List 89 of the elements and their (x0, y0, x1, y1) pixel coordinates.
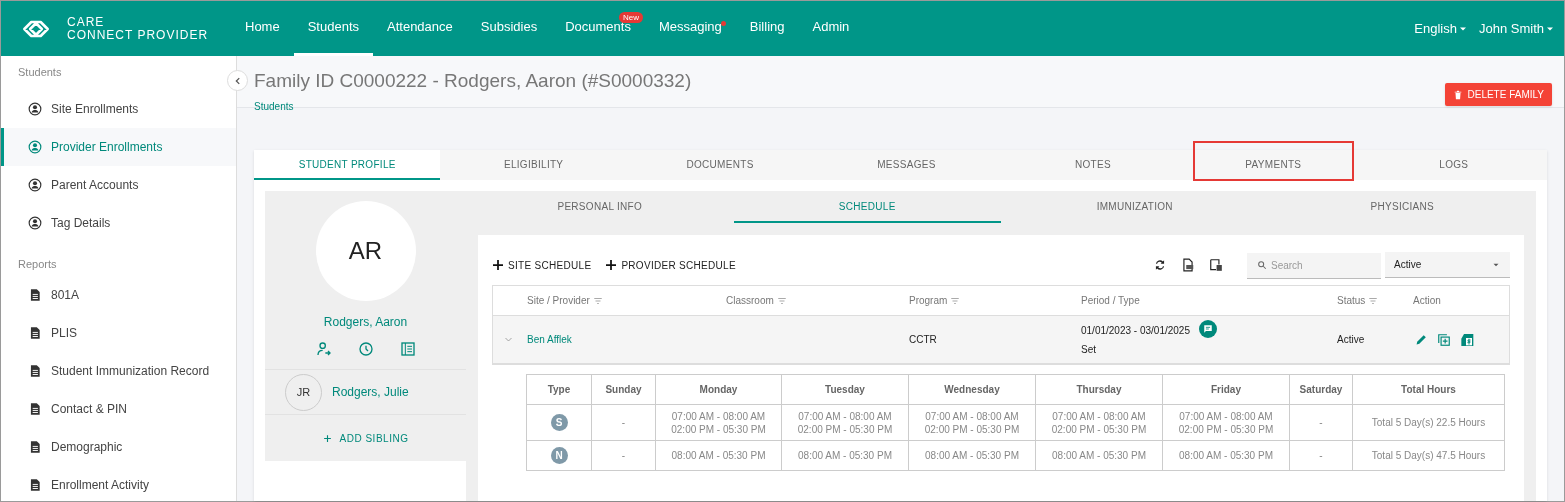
tab[interactable]: IMMUNIZATION (1001, 191, 1269, 223)
type-badge: S (550, 414, 568, 431)
nav-link[interactable]: Admin (798, 1, 864, 56)
table-cell-text: Active (1337, 333, 1366, 347)
nav-link[interactable]: Attendance (373, 1, 467, 56)
tab[interactable]: SCHEDULE (733, 191, 1001, 223)
student-name-link[interactable]: Rodgers, Aaron (323, 313, 408, 331)
time-range: 02:00 PM - 05:30 PM (1051, 422, 1147, 436)
column-header: Friday (1163, 375, 1290, 405)
column-header: Tuesday (782, 375, 909, 405)
sidebar-item[interactable]: Tag Details (1, 204, 236, 242)
column-header: Action (1413, 294, 1441, 308)
column-header: Wednesday (909, 375, 1036, 405)
time-range: 08:00 AM - 05:30 PM (1179, 449, 1273, 462)
search-field[interactable]: Search (1247, 253, 1381, 279)
status-dropdown[interactable]: Active (1385, 252, 1510, 278)
section-heading: Reports (17, 256, 58, 272)
column-header: Type (527, 375, 592, 405)
sidebar-item[interactable]: Parent Accounts (1, 166, 236, 204)
sidebar-item[interactable]: Demographic (1, 428, 236, 466)
time-range: 02:00 PM - 05:30 PM (1178, 422, 1274, 436)
provider-link[interactable]: Ben Afflek (527, 332, 726, 347)
time-range: 07:00 AM - 08:00 AM (798, 409, 892, 423)
nav-link[interactable]: Subsidies (466, 1, 552, 56)
page-title: Family ID C0000222 - Rodgers, Aaron (#S0000332) (254, 70, 692, 92)
sidebar-item[interactable]: Site Enrollments (1, 90, 236, 128)
column-header: Program (909, 294, 948, 308)
tab[interactable]: PHYSICIANS (1268, 191, 1536, 223)
time-range: 07:00 AM - 08:00 AM (671, 409, 766, 423)
sidebar-item[interactable]: Provider Enrollments (1, 128, 236, 166)
tab[interactable]: MESSAGES (813, 150, 1000, 180)
tab[interactable]: DOCUMENTS (626, 150, 814, 180)
table-cell: - (1319, 416, 1323, 429)
nav-link[interactable]: Home (231, 1, 294, 56)
time-range: 07:00 AM - 08:00 AM (925, 409, 1019, 423)
delete-family-button[interactable]: DELETE FAMILY (1445, 83, 1552, 106)
time-range: 08:00 AM - 05:30 PM (798, 449, 892, 462)
breadcrumb-link[interactable]: Students (254, 99, 294, 114)
add-schedule-button[interactable]: SITE SCHEDULE (492, 257, 592, 273)
time-range: 02:00 PM - 05:30 PM (671, 422, 766, 436)
sibling-link[interactable]: Rodgers, Julie (332, 383, 409, 401)
table-cell: - (621, 449, 626, 462)
column-header: Period / Type (1081, 294, 1140, 308)
table-cell-text: 01/01/2023 - 03/01/2025 (1081, 323, 1190, 338)
time-range: 08:00 AM - 05:30 PM (1052, 449, 1146, 462)
add-sibling-button[interactable]: ADD SIBLING (265, 415, 466, 461)
new-badge: New (618, 12, 643, 23)
column-header: Site / Provider (527, 294, 590, 308)
table-cell: Total 5 Day(s) 22.5 Hours (1371, 416, 1486, 429)
add-schedule-button[interactable]: PROVIDER SCHEDULE (605, 257, 736, 273)
column-header: Total Hours (1353, 375, 1505, 405)
tab[interactable]: NOTES (999, 150, 1187, 180)
sidebar-item[interactable]: 801A (1, 276, 236, 314)
column-header: Thursday (1036, 375, 1163, 405)
tab[interactable]: STUDENT PROFILE (254, 150, 441, 180)
tab[interactable]: LOGS (1360, 150, 1547, 180)
table-cell-text: Set (1081, 342, 1097, 357)
table-cell: - (1319, 449, 1323, 462)
time-range: 08:00 AM - 05:30 PM (925, 449, 1019, 462)
time-range: 08:00 AM - 05:30 PM (671, 449, 766, 462)
time-range: 02:00 PM - 05:30 PM (924, 422, 1020, 436)
column-header: Saturday (1290, 375, 1353, 405)
avatar: AR (315, 201, 416, 301)
nav-link[interactable]: Billing (735, 1, 799, 56)
type-badge: N (550, 447, 568, 464)
dropdown-button[interactable]: John Smith (1478, 18, 1556, 39)
table-cell-text: CCTR (909, 333, 938, 347)
tab[interactable]: PAYMENTS (1194, 142, 1353, 180)
column-header: Monday (656, 375, 782, 405)
sidebar-item[interactable]: Student Immunization Record (1, 352, 236, 390)
nav-link[interactable]: Documents New (551, 1, 645, 56)
time-range: 07:00 AM - 08:00 AM (1179, 409, 1273, 423)
time-range: 07:00 AM - 08:00 AM (1052, 409, 1146, 423)
column-header: Sunday (592, 375, 656, 405)
tab[interactable]: ELIGIBILITY (440, 150, 627, 180)
tab[interactable]: PERSONAL INFO (466, 191, 734, 223)
logo-text: CARE (67, 15, 106, 29)
sidebar-item[interactable]: Contact & PIN (1, 390, 236, 428)
sidebar-item[interactable]: PLIS (1, 314, 236, 352)
nav-link[interactable]: Messaging (644, 1, 736, 56)
section-heading: Students (17, 64, 63, 80)
dropdown-button[interactable]: English (1414, 18, 1469, 39)
table-cell: Total 5 Day(s) 47.5 Hours (1371, 449, 1486, 462)
time-range: 02:00 PM - 05:30 PM (797, 422, 893, 436)
table-cell: - (621, 416, 626, 429)
column-header: Classroom (726, 294, 774, 308)
column-header: Status (1337, 294, 1366, 308)
sidebar-item[interactable]: Enrollment Activity (1, 466, 236, 501)
logo-text: CONNECT PROVIDER (67, 28, 209, 42)
